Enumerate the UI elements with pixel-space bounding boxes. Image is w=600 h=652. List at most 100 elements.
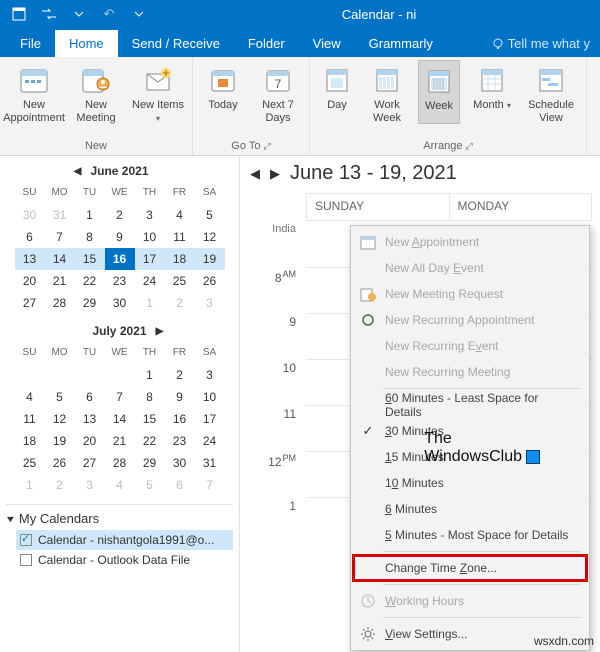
btn-week[interactable]: Week [418,60,460,124]
tab-folder[interactable]: Folder [234,30,299,57]
prev-week-icon[interactable]: ◀ [250,166,260,182]
minical-day[interactable]: 6 [75,386,105,408]
qa-undo-icon[interactable]: ↶ [96,1,122,27]
btn-new-items[interactable]: New Items ▾ [132,60,184,124]
minical-day[interactable]: 29 [135,452,165,474]
calendar-item[interactable]: Calendar - nishantgola1991@o... [16,530,233,550]
tab-view[interactable]: View [299,30,355,57]
minical-day[interactable]: 18 [165,248,195,270]
btn-day[interactable]: Day [318,60,356,124]
minical-day[interactable]: 3 [195,364,225,386]
btn-workweek[interactable]: Work Week [366,60,408,124]
btn-open-calendar[interactable]: OpeCalen [595,60,600,124]
minical-day[interactable]: 1 [75,204,105,226]
day-col-mon[interactable]: MONDAY [450,194,592,220]
minical-day[interactable]: 4 [15,386,45,408]
qa-menu-icon[interactable] [6,1,32,27]
minical-day[interactable]: 7 [105,386,135,408]
minical-day[interactable]: 2 [165,292,195,314]
minical-day[interactable]: 14 [105,408,135,430]
minical-day[interactable]: 28 [105,452,135,474]
minical-day[interactable]: 27 [15,292,45,314]
minical-day[interactable]: 13 [15,248,45,270]
checkbox-icon[interactable] [20,534,32,546]
minical-day[interactable]: 19 [45,430,75,452]
minical-day[interactable]: 30 [15,204,45,226]
menu-item[interactable]: 5 Minutes - Most Space for Details [353,522,587,548]
minical-day[interactable]: 1 [15,474,45,496]
qa-dropdown-icon[interactable] [66,1,92,27]
minical-grid-1[interactable]: SUMOTUWETHFRSA30311234567891011121314151… [6,182,233,314]
minical-day[interactable]: 17 [135,248,165,270]
btn-month[interactable]: Month ▾ [470,60,514,124]
minical-day[interactable]: 29 [75,292,105,314]
minical-day[interactable]: 19 [195,248,225,270]
menu-item[interactable]: 60 Minutes - Least Space for Details [353,392,587,418]
tab-file[interactable]: File [6,30,55,57]
qa-dropdown2-icon[interactable] [126,1,152,27]
tab-sendreceive[interactable]: Send / Receive [118,30,234,57]
minical-day[interactable] [105,364,135,386]
minical-day[interactable]: 31 [195,452,225,474]
minical-day[interactable]: 5 [45,386,75,408]
minical-day[interactable]: 18 [15,430,45,452]
minical-day[interactable]: 15 [135,408,165,430]
minical-day[interactable]: 1 [135,292,165,314]
minical-day[interactable]: 16 [165,408,195,430]
minical-day[interactable]: 28 [45,292,75,314]
btn-new-appointment[interactable]: New Appointment [8,60,60,124]
tab-home[interactable]: Home [55,30,118,57]
minical-grid-2[interactable]: SUMOTUWETHFRSA12345678910111213141516171… [6,342,233,496]
minical-day[interactable]: 10 [195,386,225,408]
minical-prev-icon[interactable]: ◀ [70,166,84,177]
minical-day[interactable]: 13 [75,408,105,430]
btn-new-meeting[interactable]: New Meeting [70,60,122,124]
minical-day[interactable]: 26 [195,270,225,292]
minical-day[interactable]: 20 [75,430,105,452]
tell-me[interactable]: Tell me what y [482,30,600,57]
minical-day[interactable]: 10 [135,226,165,248]
menu-item[interactable]: 10 Minutes [353,470,587,496]
minical-day[interactable]: 17 [195,408,225,430]
minical-next-icon[interactable]: ▶ [153,326,167,337]
minical-day[interactable]: 2 [165,364,195,386]
minical-day[interactable]: 21 [105,430,135,452]
minical-day[interactable]: 15 [75,248,105,270]
minical-day[interactable]: 6 [165,474,195,496]
minical-day[interactable]: 25 [165,270,195,292]
next-week-icon[interactable]: ▶ [270,166,280,182]
btn-next7[interactable]: 7 Next 7 Days [255,60,301,124]
minical-day[interactable]: 23 [105,270,135,292]
minical-day[interactable]: 16 [105,248,135,270]
minical-day[interactable]: 5 [195,204,225,226]
minical-day[interactable]: 27 [75,452,105,474]
menu-item[interactable]: 6 Minutes [353,496,587,522]
minical-day[interactable]: 30 [165,452,195,474]
minical-day[interactable]: 21 [45,270,75,292]
minical-day[interactable]: 3 [135,204,165,226]
minical-day[interactable]: 24 [135,270,165,292]
minical-day[interactable]: 6 [15,226,45,248]
my-calendars-header[interactable]: ▼My Calendars [6,511,233,526]
minical-day[interactable]: 4 [105,474,135,496]
minical-day[interactable]: 20 [15,270,45,292]
minical-day[interactable]: 9 [165,386,195,408]
minical-day[interactable]: 1 [135,364,165,386]
minical-day[interactable]: 11 [15,408,45,430]
minical-day[interactable]: 11 [165,226,195,248]
minical-day[interactable] [75,364,105,386]
btn-schedule[interactable]: Schedule View [524,60,578,124]
tab-grammarly[interactable]: Grammarly [355,30,447,57]
calendar-item[interactable]: Calendar - Outlook Data File [20,550,233,570]
minical-day[interactable]: 3 [195,292,225,314]
minical-day[interactable]: 12 [45,408,75,430]
minical-day[interactable]: 2 [45,474,75,496]
btn-today[interactable]: Today [201,60,245,124]
minical-day[interactable]: 25 [15,452,45,474]
minical-day[interactable]: 22 [75,270,105,292]
minical-day[interactable]: 8 [135,386,165,408]
minical-day[interactable]: 7 [195,474,225,496]
minical-day[interactable]: 9 [105,226,135,248]
minical-day[interactable]: 8 [75,226,105,248]
minical-day[interactable]: 3 [75,474,105,496]
